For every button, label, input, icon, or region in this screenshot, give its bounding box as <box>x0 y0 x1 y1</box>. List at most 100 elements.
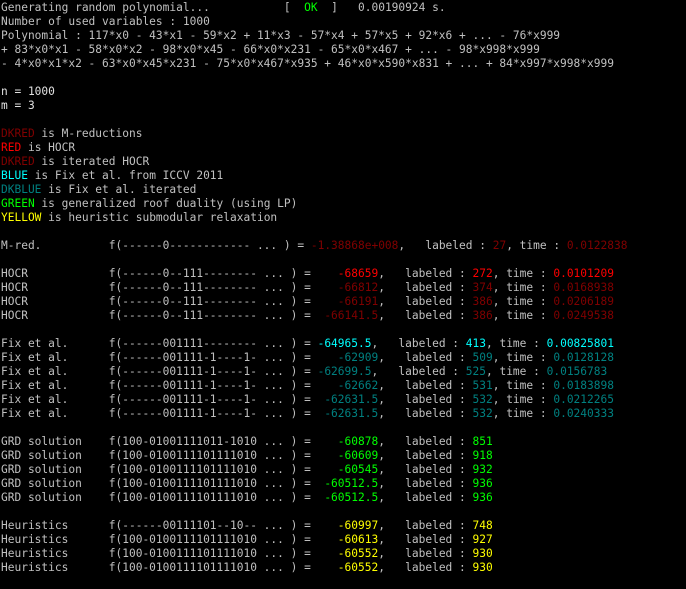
console-text: , labeled : <box>378 519 473 532</box>
console-text: Heuristics f(100-0100111101111010 ... ) … <box>1 547 338 560</box>
console-text: , labeled : <box>378 407 473 420</box>
console-text: -66191 <box>337 295 379 308</box>
console-text: GRD solution f(100-01001111011-1010 ... … <box>1 435 338 448</box>
console-text: 272 <box>472 267 493 280</box>
console-text: -66812 <box>337 281 379 294</box>
console-line: GRD solution f(100-0100111101111010 ... … <box>1 449 686 463</box>
console-line: Generating random polynomial... [ OK ] 0… <box>1 1 686 15</box>
console-text: -60552 <box>337 547 379 560</box>
console-text: -62699.5 <box>317 365 372 378</box>
console-line: Fix et al. f(------001111-1----1- ... ) … <box>1 365 686 379</box>
console-text: GRD solution f(100-0100111101111010 ... … <box>1 463 338 476</box>
console-text: is iterated HOCR <box>34 155 150 168</box>
console-text: 0.0206189 <box>553 295 614 308</box>
console-text: -66141.5 <box>324 309 379 322</box>
console-text: , labeled : <box>378 267 473 280</box>
console-line: Polynomial : 117*x0 - 43*x1 - 59*x2 + 11… <box>1 29 686 43</box>
console-text: -60878 <box>337 435 379 448</box>
console-text: HOCR f(------0--111-------- ... ) = <box>1 281 338 294</box>
console-line: Fix et al. f(------001111-------- ... ) … <box>1 337 686 351</box>
console-line: + 83*x0*x1 - 58*x0*x2 - 98*x0*x45 - 66*x… <box>1 43 686 57</box>
console-text: 386 <box>472 309 493 322</box>
console-text: HOCR f(------0--111-------- ... ) = <box>1 267 338 280</box>
console-text: , labeled : <box>378 379 473 392</box>
console-text: , labeled : <box>378 533 473 546</box>
console-text: + 83*x0*x1 - 58*x0*x2 - 98*x0*x45 - 66*x… <box>1 43 540 56</box>
console-text: is heuristic submodular relaxation <box>41 211 278 224</box>
console-text: 27 <box>492 239 507 252</box>
console-text: 0.0183898 <box>553 379 614 392</box>
console-text: , time : <box>492 309 554 322</box>
console-text: , time : <box>492 267 554 280</box>
console-text: , labeled : <box>378 477 473 490</box>
console-text: , time : <box>492 351 554 364</box>
console-text: -60552 <box>337 561 379 574</box>
console-text: M-red. f(------0------------ ... ) = <box>1 239 311 252</box>
console-text: n = 1000 <box>1 85 55 98</box>
console-text: m = 3 <box>1 99 35 112</box>
console-text: 932 <box>472 463 493 476</box>
console-line: HOCR f(------0--111-------- ... ) = -661… <box>1 295 686 309</box>
console-text: , labeled : <box>378 463 473 476</box>
console-text: -62631.5 <box>324 393 379 406</box>
console-text: Generating random polynomial... [ <box>1 1 305 14</box>
console-text: , labeled : <box>378 309 473 322</box>
console-line: RED is HOCR <box>1 141 686 155</box>
console-window[interactable]: Generating random polynomial... [ OK ] 0… <box>0 0 686 589</box>
console-line: DKBLUE is Fix et al. iterated <box>1 183 686 197</box>
console-text: 386 <box>472 295 493 308</box>
console-text: -60997 <box>337 519 379 532</box>
console-text: -60512.5 <box>324 477 379 490</box>
console-text: 0.0212265 <box>553 393 614 406</box>
console-text: 0.0156783 <box>546 365 608 378</box>
console-text: 0.0240333 <box>553 407 614 420</box>
console-text: Fix et al. f(------001111-1----1- ... ) … <box>1 365 318 378</box>
console-text: -60545 <box>337 463 379 476</box>
console-text: GRD solution f(100-0100111101111010 ... … <box>1 477 325 490</box>
console-text: BLUE <box>1 169 28 182</box>
console-text: Heuristics f(------00111101--10-- ... ) … <box>1 519 338 532</box>
console-text: Fix et al. f(------001111-1----1- ... ) … <box>1 393 325 406</box>
console-text: -60613 <box>337 533 379 546</box>
console-text: 413 <box>465 337 486 350</box>
console-text: 531 <box>472 379 493 392</box>
console-text: -64965.5 <box>317 337 372 350</box>
console-text: -62631.5 <box>324 407 379 420</box>
console-text: GRD solution f(100-0100111101111010 ... … <box>1 449 338 462</box>
console-text: , labeled : <box>378 435 473 448</box>
console-text: 0.00825801 <box>546 337 614 350</box>
console-text: 918 <box>472 449 493 462</box>
console-text: is Fix et al. from ICCV 2011 <box>27 169 224 182</box>
console-line: M-red. f(------0------------ ... ) = -1.… <box>1 239 686 253</box>
console-line: YELLOW is heuristic submodular relaxatio… <box>1 211 686 225</box>
console-line: GRD solution f(100-0100111101111010 ... … <box>1 463 686 477</box>
console-line: Fix et al. f(------001111-1----1- ... ) … <box>1 393 686 407</box>
console-line: Fix et al. f(------001111-1----1- ... ) … <box>1 407 686 421</box>
console-text: is M-reductions <box>34 127 143 140</box>
console-text: , time : <box>492 295 554 308</box>
console-text: , time : <box>485 365 547 378</box>
console-line: BLUE is Fix et al. from ICCV 2011 <box>1 169 686 183</box>
console-text: , labeled : <box>378 393 473 406</box>
console-text: GRD solution f(100-0100111101111010 ... … <box>1 491 325 504</box>
console-text: DKRED <box>1 155 35 168</box>
console-text: , labeled : <box>378 547 473 560</box>
console-text: 0.0101209 <box>553 267 614 280</box>
console-text: 0.0168938 <box>553 281 614 294</box>
console-line: GRD solution f(100-0100111101111010 ... … <box>1 491 686 505</box>
console-text: , labeled : <box>378 491 473 504</box>
console-text: , labeled : <box>378 449 473 462</box>
console-text: Polynomial : 117*x0 - 43*x1 - 59*x2 + 11… <box>1 29 561 42</box>
console-line: DKRED is iterated HOCR <box>1 155 686 169</box>
console-text: -1.38868e+008 <box>310 239 399 252</box>
console-text: 930 <box>472 561 493 574</box>
console-text: DKBLUE <box>1 183 42 196</box>
console-line: DKRED is M-reductions <box>1 127 686 141</box>
console-text: OK <box>304 1 318 14</box>
console-line: m = 3 <box>1 99 686 113</box>
console-text: is Fix et al. iterated <box>41 183 197 196</box>
console-text: - 4*x0*x1*x2 - 63*x0*x45*x231 - 75*x0*x4… <box>1 57 614 70</box>
console-text: , labeled : <box>378 561 473 574</box>
